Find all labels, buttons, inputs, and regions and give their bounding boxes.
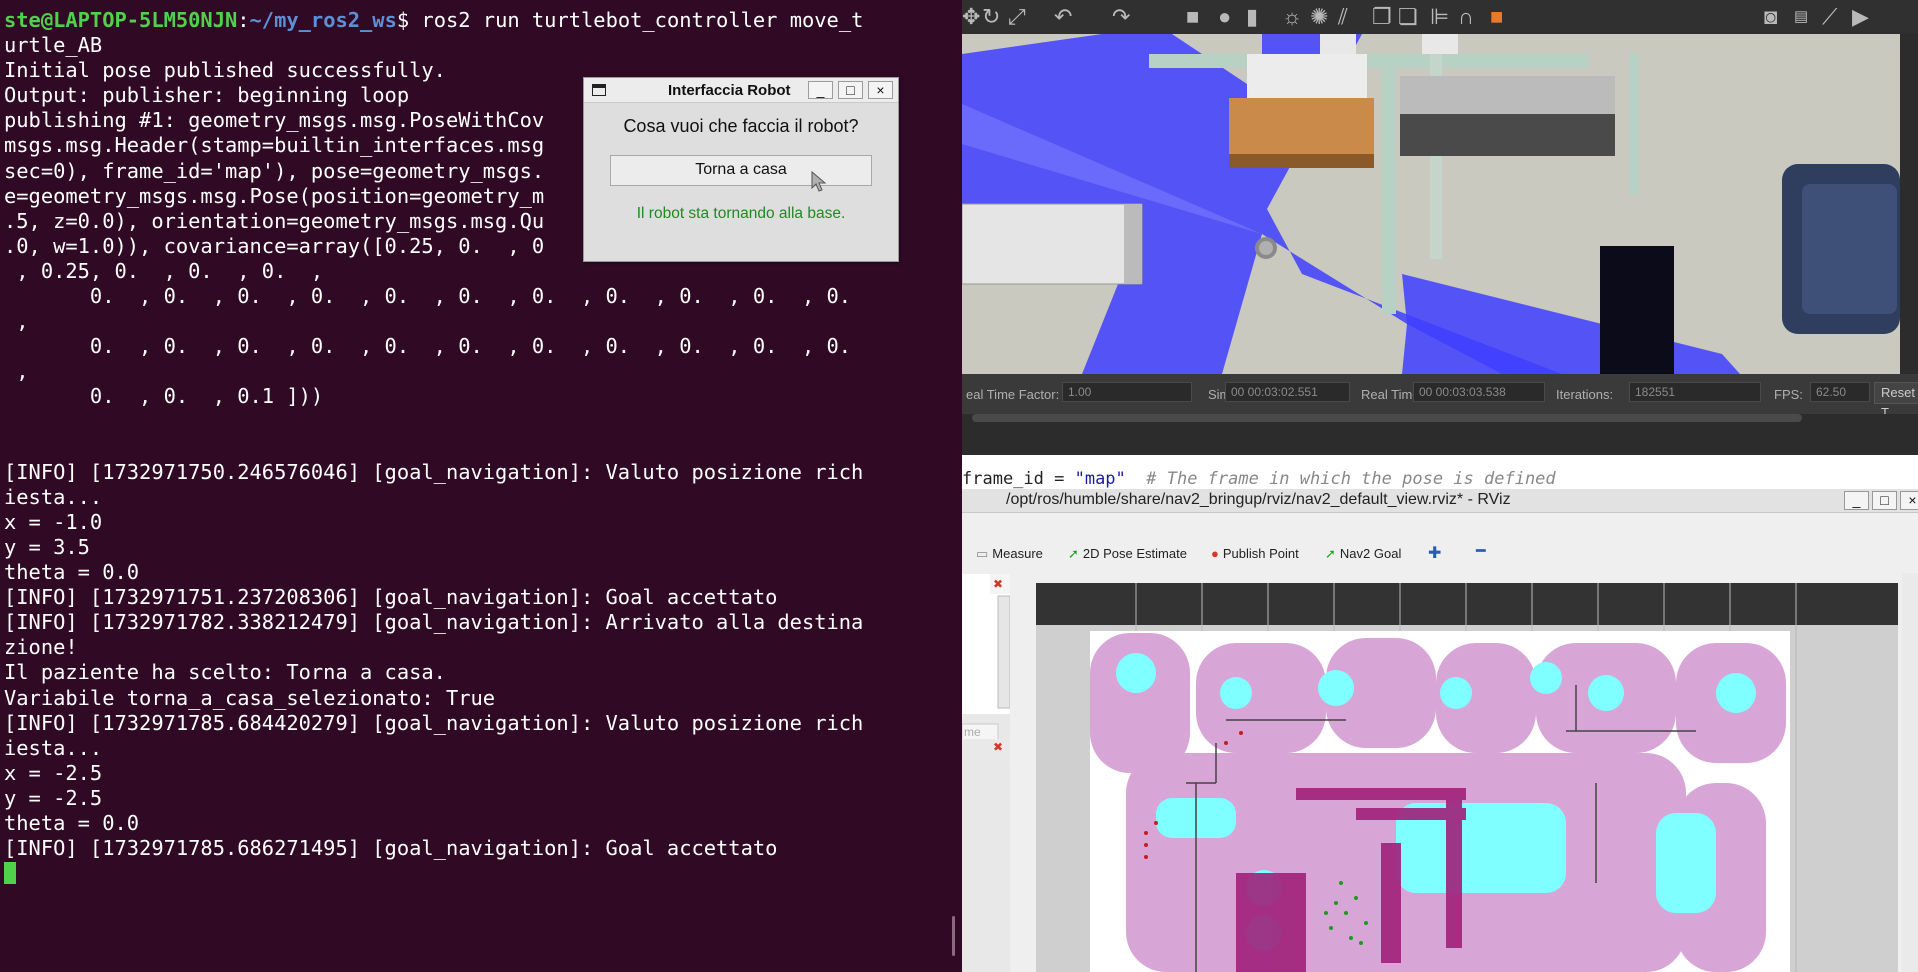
spot-light-icon[interactable]: ⫽ xyxy=(1338,4,1348,30)
code-comment: # The frame in which the pose is defined xyxy=(1125,469,1556,489)
ruler-icon: ▭ xyxy=(976,546,989,561)
sphere-icon[interactable]: ● xyxy=(1218,4,1231,30)
gazebo-horizontal-scrollbar[interactable] xyxy=(972,414,1802,422)
rviz-displays-panel[interactable]: ✖ ✖ ◂ me xyxy=(962,574,1020,972)
rviz-minimize-button[interactable]: _ xyxy=(1844,491,1869,510)
point-light-icon[interactable]: ✺ xyxy=(1310,4,1328,30)
pose-estimate-label: 2D Pose Estimate xyxy=(1082,546,1187,561)
dialog-title: Interfaccia Robot xyxy=(668,82,791,99)
window-icon xyxy=(592,84,606,96)
gazebo-scroll-area xyxy=(962,414,1918,455)
rtf-label: eal Time Factor: xyxy=(966,387,1060,402)
align-icon[interactable]: ⊫ xyxy=(1430,4,1449,30)
panel-field[interactable]: me xyxy=(964,725,981,739)
sun-light-icon[interactable]: ☼ xyxy=(1282,4,1302,30)
robot-interface-dialog[interactable]: Interfaccia Robot _ □ × Cosa vuoi che fa… xyxy=(583,77,899,262)
gazebo-toolbar: ✥ ↻ ⤢ ↶ ↷ ■ ● ▮ ☼ ✺ ⫽ ❐ ❏ ⊫ ∩ ■ ◙ ▤ ⟋ ▶ xyxy=(962,0,1918,34)
video-icon[interactable]: ▶ xyxy=(1852,4,1869,30)
iterations-field: 182551 xyxy=(1629,382,1761,402)
code-string: "map" xyxy=(1074,469,1126,489)
redo-icon[interactable]: ↷ xyxy=(1112,4,1130,30)
prompt-dollar: $ xyxy=(396,8,422,32)
paste-icon[interactable]: ❏ xyxy=(1398,4,1418,30)
dialog-question: Cosa vuoi che faccia il robot? xyxy=(623,116,859,136)
nav2-goal-label: Nav2 Goal xyxy=(1339,546,1402,561)
pose-estimate-tool[interactable]: ➚ 2D Pose Estimate xyxy=(1068,546,1187,562)
publish-point-label: Publish Point xyxy=(1222,546,1299,561)
box-icon[interactable]: ■ xyxy=(1186,4,1199,30)
nav2-goal-tool[interactable]: ➚ Nav2 Goal xyxy=(1325,546,1401,562)
go-home-button[interactable]: Torna a casa xyxy=(610,155,872,186)
terminal-scrollbar[interactable] xyxy=(952,916,955,956)
rviz-close-button[interactable]: × xyxy=(1900,491,1918,510)
real-time-field: 00 00:03:03.538 xyxy=(1413,382,1545,402)
copy-icon[interactable]: ❐ xyxy=(1372,4,1392,30)
rviz-titlebar[interactable]: /opt/ros/humble/share/nav2_bringup/rviz/… xyxy=(962,489,1918,513)
maximize-button[interactable]: □ xyxy=(838,81,863,99)
undo-icon[interactable]: ↶ xyxy=(1054,4,1072,30)
svg-text:✖: ✖ xyxy=(993,577,1003,591)
dialog-titlebar[interactable]: Interfaccia Robot _ □ × xyxy=(584,78,898,103)
close-button[interactable]: × xyxy=(868,81,893,99)
sim-time-field: 00 00:03:02.551 xyxy=(1225,382,1350,402)
add-tool-icon[interactable]: ✚ xyxy=(1428,543,1441,563)
rotate-icon[interactable]: ↻ xyxy=(982,4,1000,30)
rviz-window[interactable]: /opt/ros/humble/share/nav2_bringup/rviz/… xyxy=(962,489,1918,972)
prompt-colon: : xyxy=(237,8,250,32)
scale-icon[interactable]: ⤢ xyxy=(1008,4,1026,30)
map-pin-icon: ● xyxy=(1211,546,1219,561)
gazebo-window[interactable]: ✥ ↻ ⤢ ↶ ↷ ■ ● ▮ ☼ ✺ ⫽ ❐ ❏ ⊫ ∩ ■ ◙ ▤ ⟋ ▶ xyxy=(962,0,1918,455)
terminal-cursor xyxy=(4,862,16,885)
code-text: frame_id = xyxy=(962,469,1075,489)
snap-icon[interactable]: ∩ xyxy=(1458,4,1474,30)
code-editor-strip: frame_id = "map" # The frame in which th… xyxy=(962,455,1918,489)
cylinder-icon[interactable]: ▮ xyxy=(1246,4,1258,30)
screenshot-icon[interactable]: ◙ xyxy=(1764,4,1777,30)
dialog-status-text: Il robot sta tornando alla base. xyxy=(636,205,846,222)
gazebo-3d-scene[interactable] xyxy=(962,34,1900,374)
orange-cube-icon[interactable]: ■ xyxy=(1490,4,1503,30)
prompt-user: ste@LAPTOP-5LM50NJN xyxy=(4,8,238,32)
green-arrow-icon: ➚ xyxy=(1068,546,1079,561)
rtf-field: 1.00 xyxy=(1062,382,1192,402)
measure-tool[interactable]: ▭ Measure xyxy=(976,546,1043,562)
prompt-path: ~/my_ros2_ws xyxy=(249,8,397,32)
move-icon[interactable]: ✥ xyxy=(962,4,980,30)
publish-point-tool[interactable]: ● Publish Point xyxy=(1211,546,1299,561)
rviz-maximize-button[interactable]: □ xyxy=(1872,491,1897,510)
code-line: frame_id = "map" # The frame in which th… xyxy=(962,469,1556,489)
fps-label: FPS: xyxy=(1774,387,1803,402)
rviz-toolbar: ▭ Measure ➚ 2D Pose Estimate ● Publish Poin… xyxy=(962,536,1918,572)
iterations-label: Iterations: xyxy=(1556,387,1614,402)
plot-icon[interactable]: ⟋ xyxy=(1822,4,1837,30)
panel-content: ✖ ✖ ◂ xyxy=(962,574,1020,767)
measure-label: Measure xyxy=(992,546,1043,561)
rviz-right-panel-handle[interactable] xyxy=(1902,573,1918,972)
remove-tool-icon[interactable]: ━ xyxy=(1476,541,1486,561)
rviz-title: /opt/ros/humble/share/nav2_bringup/rviz/… xyxy=(1006,491,1511,508)
minimize-button[interactable]: _ xyxy=(808,81,833,99)
mouse-pointer-icon xyxy=(811,170,827,192)
fps-field: 62.50 xyxy=(1810,382,1870,402)
gazebo-statusbar: eal Time Factor: 1.00 Sim Time: 00 00:03… xyxy=(962,374,1918,420)
svg-text:✖: ✖ xyxy=(993,740,1003,754)
reset-time-button[interactable]: Reset T xyxy=(1874,382,1918,420)
log-icon[interactable]: ▤ xyxy=(1794,4,1808,30)
rviz-map-view[interactable] xyxy=(1036,583,1898,972)
green-arrow-icon: ➚ xyxy=(1325,546,1336,561)
